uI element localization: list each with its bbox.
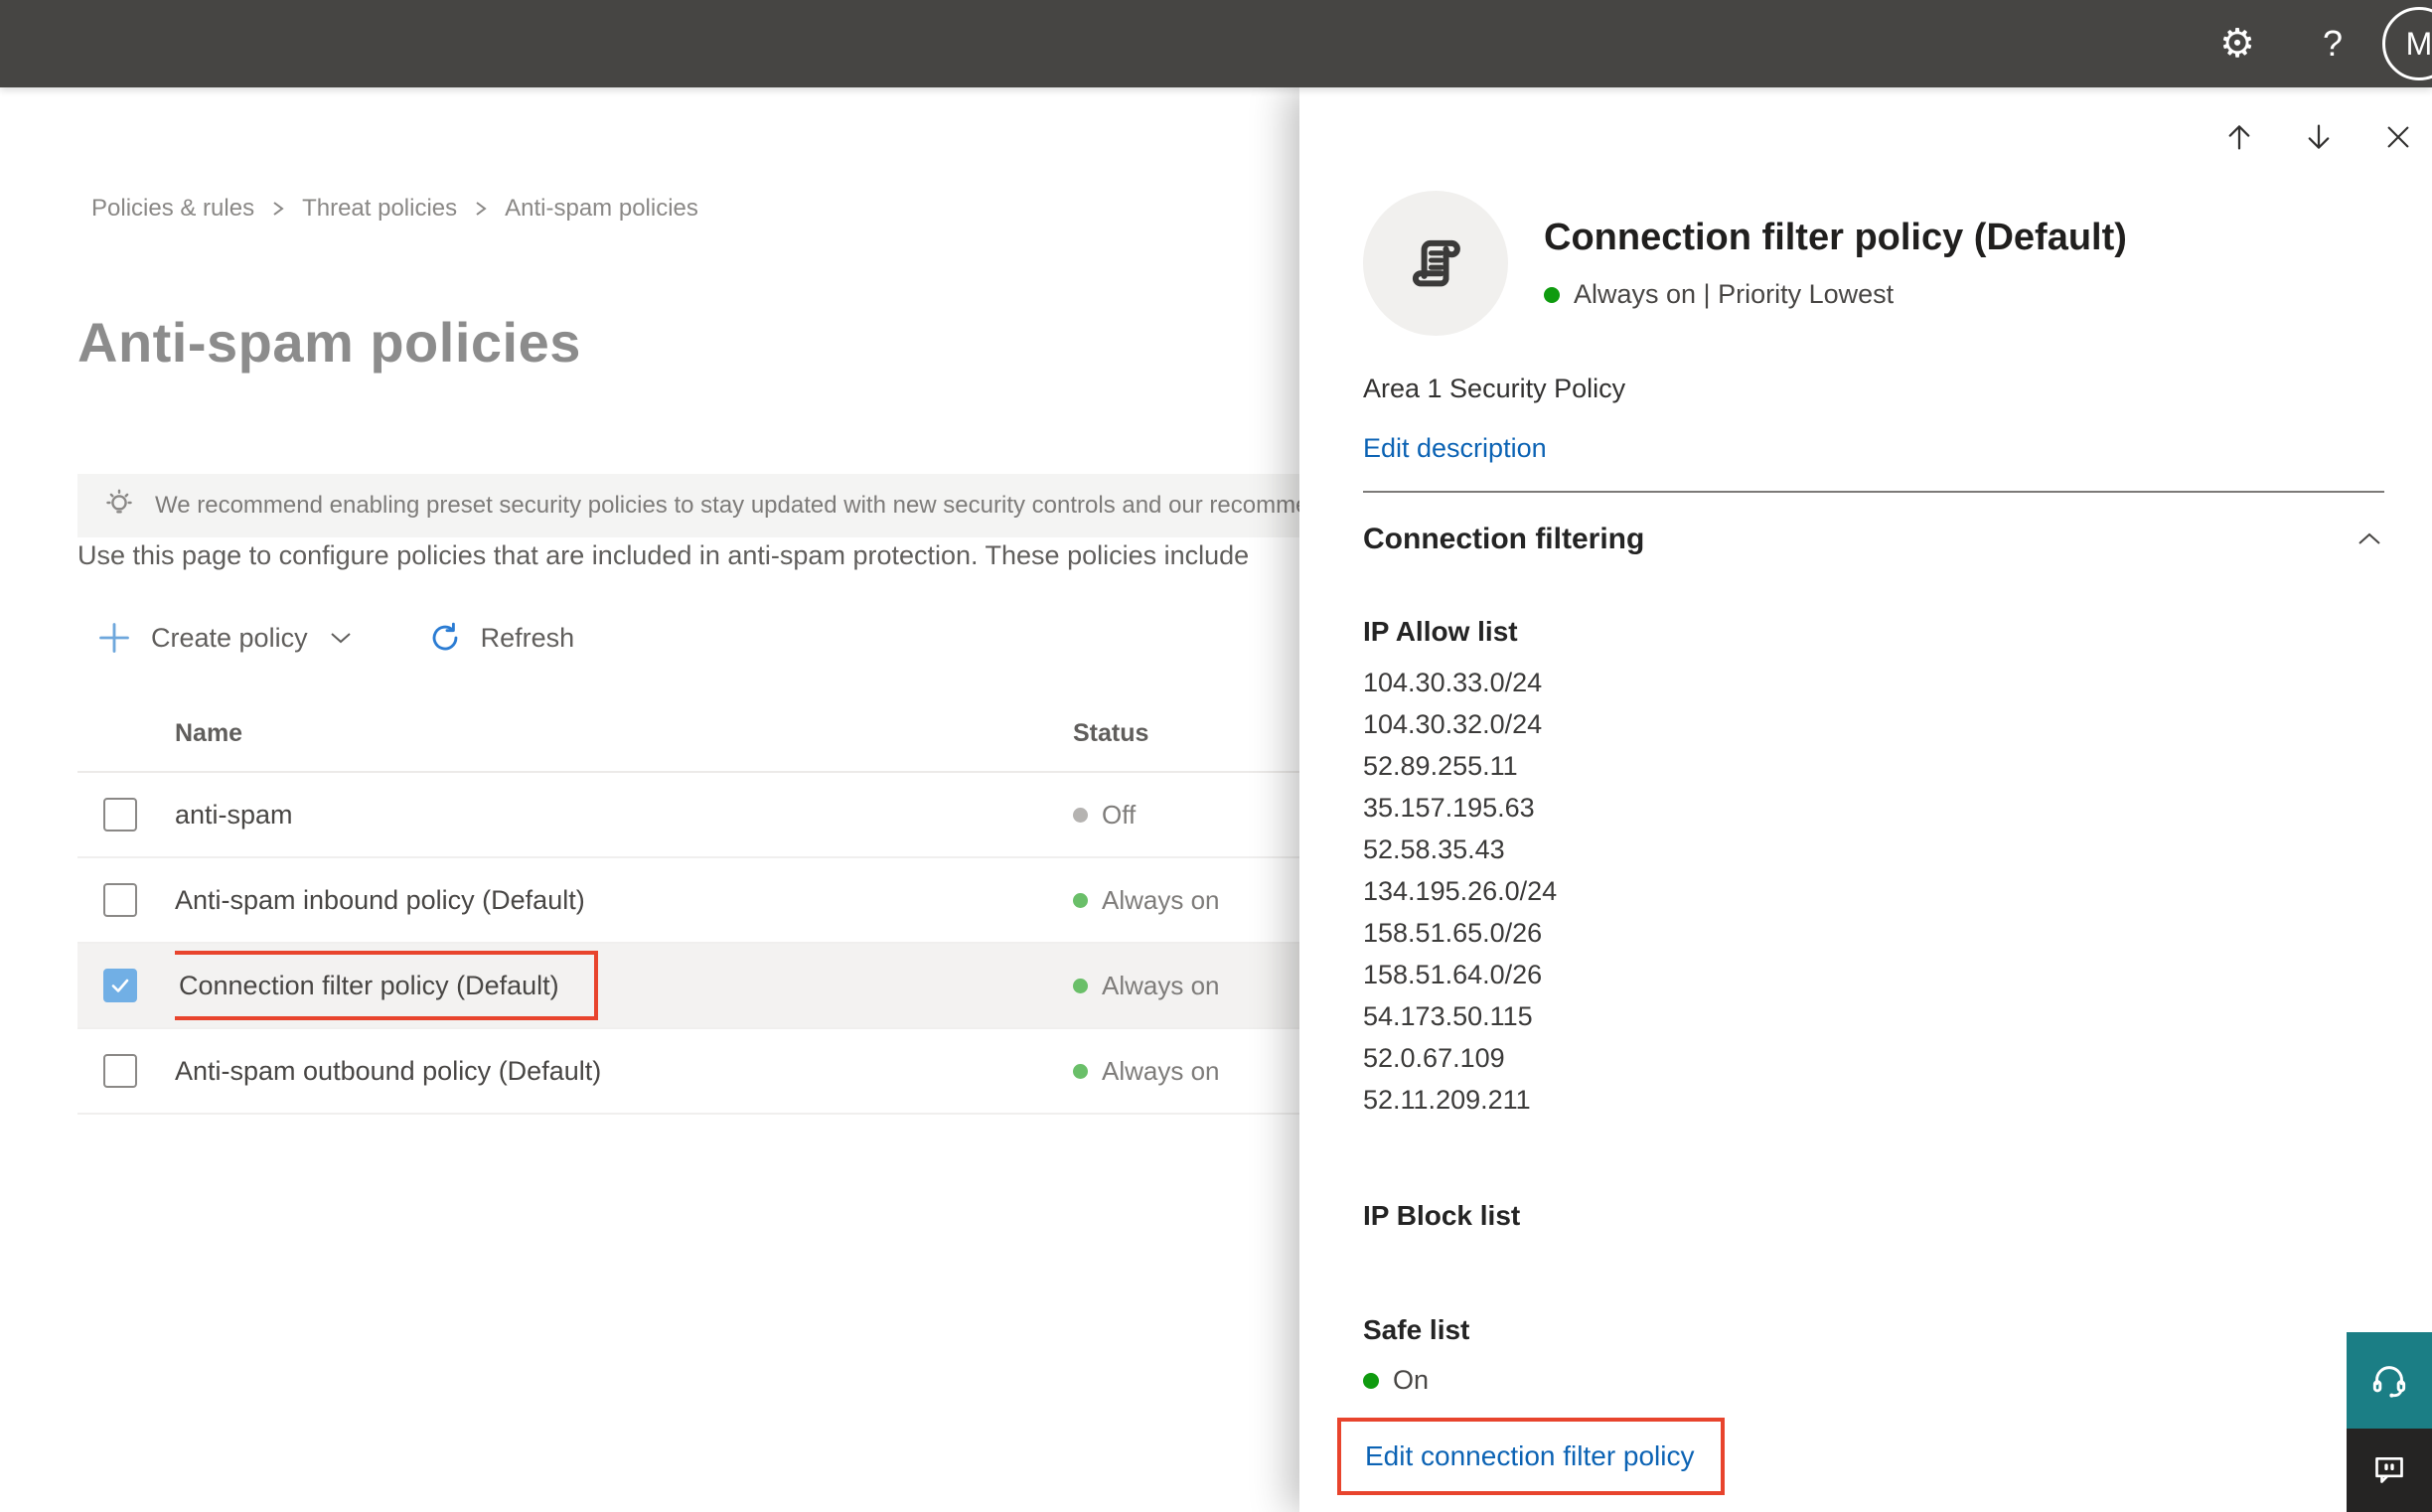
- feedback-chat-icon: [2369, 1450, 2409, 1490]
- row-checkbox[interactable]: [103, 1054, 137, 1088]
- create-policy-button[interactable]: Create policy: [95, 619, 354, 657]
- row-checkbox[interactable]: [103, 883, 137, 917]
- top-app-bar: ⚙ ? M: [0, 0, 2432, 87]
- refresh-button[interactable]: Refresh: [427, 620, 575, 656]
- ip-entry: 35.157.195.63: [1363, 793, 1535, 823]
- chevron-down-icon: [328, 629, 354, 647]
- ip-entry: 52.89.255.11: [1363, 751, 1518, 781]
- chevron-right-icon: [270, 197, 286, 221]
- status-dot-on: [1363, 1372, 1379, 1389]
- ip-entry: 104.30.32.0/24: [1363, 709, 1543, 739]
- page-description: Use this page to configure policies that…: [77, 540, 1250, 570]
- previous-item-arrow-up-icon[interactable]: [2221, 119, 2257, 155]
- edit-description-link[interactable]: Edit description: [1363, 433, 1547, 464]
- lightbulb-icon: [101, 488, 137, 524]
- banner-text: We recommend enabling preset security po…: [155, 492, 1309, 519]
- highlight-red-box: Connection filter policy (Default): [175, 951, 598, 1020]
- ip-allow-list-title: IP Allow list: [1363, 616, 1518, 647]
- recommendation-banner: We recommend enabling preset security po…: [77, 474, 1329, 537]
- policy-name: Anti-spam inbound policy (Default): [175, 884, 585, 915]
- section-title: Connection filtering: [1363, 523, 1645, 555]
- divider: [1363, 491, 2384, 493]
- ip-entry: 104.30.33.0/24: [1363, 668, 1543, 697]
- feedback-button[interactable]: [2347, 1429, 2432, 1512]
- status-dot-on: [1544, 286, 1560, 303]
- next-item-arrow-down-icon[interactable]: [2301, 119, 2337, 155]
- help-icon[interactable]: ?: [2301, 0, 2364, 87]
- status-label: Off: [1102, 799, 1137, 830]
- breadcrumb: Policies & rules Threat policies Anti-sp…: [91, 195, 698, 223]
- table-row-selected[interactable]: Connection filter policy (Default) Alway…: [77, 944, 1314, 1029]
- ip-entry: 134.195.26.0/24: [1363, 876, 1558, 906]
- anti-spam-policies-page: ⚙ ? M Policies & rules Threat policies A…: [0, 0, 2432, 1512]
- highlight-red-box: Edit connection filter policy: [1337, 1418, 1725, 1495]
- row-checkbox-checked[interactable]: [103, 969, 137, 1002]
- table-header: Name Status: [77, 695, 1314, 773]
- flyout-title: Connection filter policy (Default): [1544, 217, 2127, 258]
- policy-name: Connection filter policy (Default): [179, 970, 559, 1000]
- toolbar: Create policy Refresh: [95, 612, 574, 664]
- status-dot-off: [1073, 807, 1088, 823]
- ip-block-list-title: IP Block list: [1363, 1200, 1521, 1231]
- settings-gear-icon[interactable]: ⚙: [2205, 0, 2269, 87]
- status-dot-on: [1073, 1063, 1088, 1079]
- ip-entry: 52.11.209.211: [1363, 1085, 1531, 1115]
- ip-entry: 54.173.50.115: [1363, 1001, 1533, 1031]
- create-policy-label: Create policy: [151, 622, 308, 653]
- chevron-up-icon: [2355, 529, 2384, 550]
- close-icon[interactable]: [2380, 119, 2416, 155]
- ip-entry: 158.51.64.0/26: [1363, 960, 1543, 989]
- breadcrumb-policies-rules[interactable]: Policies & rules: [91, 195, 254, 223]
- status-label: Always on: [1102, 884, 1220, 915]
- status-label: Always on: [1102, 1055, 1220, 1086]
- ip-entry: 158.51.65.0/26: [1363, 918, 1543, 948]
- policy-detail-flyout: Connection filter policy (Default) Alway…: [1299, 87, 2432, 1512]
- edit-connection-filter-policy-link[interactable]: Edit connection filter policy: [1365, 1440, 1695, 1472]
- row-checkbox[interactable]: [103, 798, 137, 832]
- page-title: Anti-spam policies: [77, 311, 581, 374]
- column-header-status: Status: [1073, 718, 1149, 747]
- ip-entry: 52.0.67.109: [1363, 1043, 1505, 1073]
- status-label: Always on: [1102, 970, 1220, 1000]
- policy-name: Anti-spam outbound policy (Default): [175, 1055, 602, 1086]
- connection-filtering-section-header[interactable]: Connection filtering: [1363, 523, 2384, 556]
- refresh-icon: [427, 620, 463, 656]
- support-button[interactable]: [2347, 1332, 2432, 1429]
- table-row[interactable]: Anti-spam outbound policy (Default) Alwa…: [77, 1029, 1314, 1115]
- policy-description: Area 1 Security Policy: [1363, 374, 1626, 403]
- breadcrumb-threat-policies[interactable]: Threat policies: [302, 195, 457, 223]
- breadcrumb-anti-spam-policies[interactable]: Anti-spam policies: [505, 195, 698, 223]
- ip-entry: 52.58.35.43: [1363, 834, 1505, 864]
- status-dot-on: [1073, 892, 1088, 908]
- flyout-header: Connection filter policy (Default) Alway…: [1363, 191, 2127, 336]
- account-avatar[interactable]: M: [2382, 7, 2432, 80]
- policy-table: Name Status anti-spam Off Anti-spam inbo…: [77, 695, 1314, 1115]
- chevron-right-icon: [473, 197, 489, 221]
- table-row[interactable]: Anti-spam inbound policy (Default) Alway…: [77, 858, 1314, 944]
- flyout-nav: [2221, 119, 2416, 155]
- table-row[interactable]: anti-spam Off: [77, 773, 1314, 858]
- column-header-name: Name: [175, 718, 243, 747]
- policy-scroll-icon: [1363, 191, 1508, 336]
- safe-list-status: On: [1363, 1365, 1429, 1396]
- flyout-status-line: Always on | Priority Lowest: [1574, 279, 1895, 309]
- refresh-label: Refresh: [480, 622, 575, 653]
- headset-icon: [2367, 1359, 2411, 1403]
- safe-list-status-label: On: [1393, 1365, 1430, 1395]
- safe-list-title: Safe list: [1363, 1314, 1470, 1345]
- policy-name: anti-spam: [175, 799, 293, 830]
- plus-icon: [95, 619, 133, 657]
- ip-allow-list: 104.30.33.0/24 104.30.32.0/24 52.89.255.…: [1363, 662, 1557, 1121]
- status-dot-on: [1073, 978, 1088, 993]
